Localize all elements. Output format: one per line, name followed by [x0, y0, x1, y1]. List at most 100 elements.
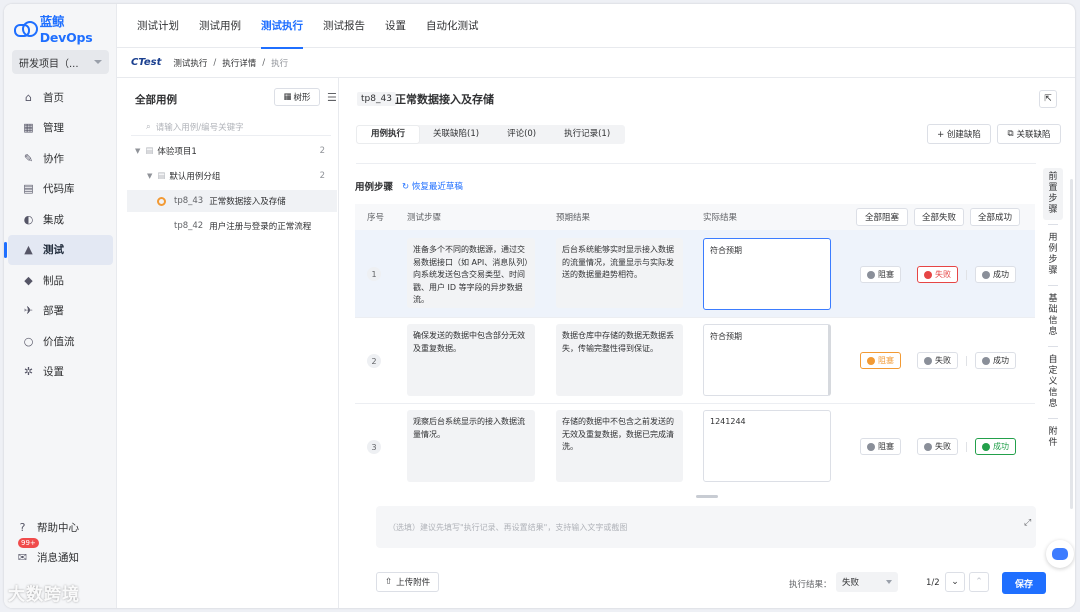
resizable-textarea[interactable] — [356, 150, 1036, 164]
sidebar-item-label: 价值流 — [43, 335, 75, 348]
fail-button[interactable]: 失败 — [917, 438, 958, 455]
actual-result-input[interactable]: 1241244 — [703, 410, 831, 482]
create-defect-button[interactable]: + 创建缺陷 — [927, 124, 991, 144]
breadcrumb-item[interactable]: 测试执行 — [173, 57, 207, 69]
tab-test-execution[interactable]: 测试执行 — [261, 4, 303, 49]
sidebar-item-deploy[interactable]: ✈ 部署 — [4, 296, 117, 327]
tree-search-input[interactable]: ⌕ 请输入用例/编号关键字 — [131, 118, 331, 136]
tab-attachments[interactable]: 附件 — [1047, 423, 1059, 453]
tab-case-steps[interactable]: 用例步骤 — [1047, 229, 1059, 281]
breadcrumb-item[interactable]: 执行详情 — [222, 57, 256, 69]
actual-result-input[interactable]: 符合预期 — [703, 324, 831, 396]
divider — [1048, 418, 1058, 419]
result-label: 执行结果： — [789, 580, 832, 590]
tab-linked-defects[interactable]: 关联缺陷(1) — [419, 126, 493, 143]
pass-button[interactable]: 成功 — [975, 438, 1016, 455]
tree-node-case-selected[interactable]: tp8_43 正常数据接入及存储 — [127, 190, 337, 212]
pass-icon — [982, 442, 990, 451]
fail-button[interactable]: 失败 — [917, 266, 958, 283]
table-row: 3 观察后台系统显示的接入数据流量情况。 存储的数据中不包含之前发送的无效及重复… — [355, 404, 1035, 490]
scrollbar[interactable] — [1070, 179, 1073, 509]
sidebar-item-artifact[interactable]: ◆ 制品 — [4, 265, 117, 296]
sidebar-item-collab[interactable]: ✎ 协作 — [4, 143, 117, 174]
notifications[interactable]: ✉ 99+ 消息通知 — [4, 537, 117, 574]
tab-test-case[interactable]: 测试用例 — [199, 4, 241, 48]
tree-view-icon: ▦ — [283, 92, 292, 102]
link-defect-button[interactable]: ⧉ 关联缺陷 — [997, 124, 1061, 144]
chevron-down-icon — [94, 60, 102, 64]
tree-node-count: 2 — [319, 146, 325, 156]
next-case-button[interactable]: ⌄ — [945, 572, 965, 592]
fail-label: 失败 — [935, 442, 951, 451]
sidebar-item-label: 设置 — [43, 366, 64, 379]
step-number: 2 — [367, 354, 381, 368]
block-icon — [867, 270, 875, 279]
block-button[interactable]: 阻塞 — [860, 266, 901, 283]
caret-down-icon: ▼ — [147, 172, 153, 180]
tree-node-project[interactable]: ▼ ▤ 体验项目1 2 — [117, 140, 339, 162]
sidebar-item-settings[interactable]: ✲ 设置 — [4, 357, 117, 388]
save-button[interactable]: 保存 — [1002, 572, 1046, 594]
pass-button[interactable]: 成功 — [975, 266, 1016, 283]
tab-custom-info[interactable]: 自定义信息 — [1047, 351, 1059, 414]
tab-comments[interactable]: 评论(0) — [493, 126, 550, 143]
prev-case-button[interactable]: ⌃ — [969, 572, 989, 592]
comment-input[interactable]: （选填）建议先填写"执行记录、再设置结果"，支持输入文字或截图 — [376, 506, 1036, 548]
home-icon: ⌂ — [25, 90, 32, 104]
tab-basic-info[interactable]: 基础信息 — [1047, 290, 1059, 342]
sidebar-item-test[interactable]: ▲ 测试 — [4, 234, 113, 265]
block-all-button[interactable]: 全部阻塞 — [856, 208, 908, 226]
restore-draft-link[interactable]: ↻ 恢复最近草稿 — [402, 180, 463, 192]
tab-test-report[interactable]: 测试报告 — [323, 4, 365, 48]
sidebar-item-label: 部署 — [43, 305, 64, 318]
block-label: 阻塞 — [878, 356, 894, 365]
actual-result-input[interactable]: 符合预期 — [703, 238, 831, 310]
pass-button[interactable]: 成功 — [975, 352, 1016, 369]
step-number: 3 — [367, 440, 381, 454]
case-tree-panel: 全部用例 ▦ 树形 ☰ ⌕ 请输入用例/编号关键字 ▼ ▤ 体验项目1 2 ▼ ▤… — [117, 78, 339, 608]
tab-preconditions[interactable]: 前置步骤 — [1043, 168, 1063, 220]
notification-badge: 99+ — [18, 537, 39, 548]
tab-settings[interactable]: 设置 — [385, 4, 406, 48]
chevron-down-icon — [886, 580, 892, 584]
result-select[interactable]: 失败 — [836, 572, 898, 592]
sidebar-item-label: 集成 — [43, 213, 64, 226]
restore-label: 恢复最近草稿 — [411, 182, 463, 192]
tree-node-count: 2 — [319, 171, 325, 181]
tree-node-label: 体验项目1 — [157, 147, 197, 157]
resize-handle[interactable] — [696, 495, 718, 498]
expand-icon[interactable]: ⤢ — [1024, 518, 1031, 528]
tab-case-execution[interactable]: 用例执行 — [357, 126, 420, 143]
sidebar-item-label: 测试 — [43, 244, 64, 257]
divider — [1048, 285, 1058, 286]
collapse-panel-icon[interactable]: ☰ — [327, 91, 337, 104]
case-id-tag: tp8_43 — [357, 92, 396, 106]
upload-icon: ⇧ — [385, 577, 393, 587]
sidebar-item-integration[interactable]: ◐ 集成 — [4, 204, 117, 235]
assistant-robot-icon[interactable] — [1046, 540, 1074, 568]
fail-all-button[interactable]: 全部失败 — [914, 208, 964, 226]
tab-test-plan[interactable]: 测试计划 — [137, 4, 179, 48]
upload-attachment-button[interactable]: ⇧ 上传附件 — [376, 572, 440, 592]
block-button[interactable]: 阻塞 — [860, 352, 901, 369]
tree-node-group[interactable]: ▼ ▤ 默认用例分组 2 — [117, 165, 339, 187]
sidebar-item-home[interactable]: ⌂ 首页 — [4, 82, 117, 113]
block-button[interactable]: 阻塞 — [860, 438, 901, 455]
brand-logo[interactable]: 蓝鲸DevOps — [14, 14, 116, 45]
tab-execution-records[interactable]: 执行记录(1) — [550, 126, 624, 143]
notify-label: 消息通知 — [37, 552, 79, 565]
sidebar-item-valuestream[interactable]: ○ 价值流 — [4, 326, 117, 357]
search-icon: ⌕ — [146, 121, 151, 132]
open-external-icon[interactable]: ⇱ — [1039, 90, 1057, 108]
sidebar-item-manage[interactable]: ▦ 管理 — [4, 113, 117, 144]
divider — [1048, 346, 1058, 347]
sidebar-item-repo[interactable]: ▤ 代码库 — [4, 174, 117, 205]
fail-button[interactable]: 失败 — [917, 352, 958, 369]
tree-view-button[interactable]: ▦ 树形 — [274, 88, 320, 106]
tab-automation[interactable]: 自动化测试 — [426, 4, 479, 48]
breadcrumb-separator: / — [213, 57, 217, 68]
divider — [966, 356, 967, 366]
project-selector[interactable]: 研发项目（... — [12, 50, 109, 74]
pass-all-button[interactable]: 全部成功 — [970, 208, 1020, 226]
tree-node-case[interactable]: tp8_42 用户注册与登录的正常流程 — [117, 215, 339, 237]
